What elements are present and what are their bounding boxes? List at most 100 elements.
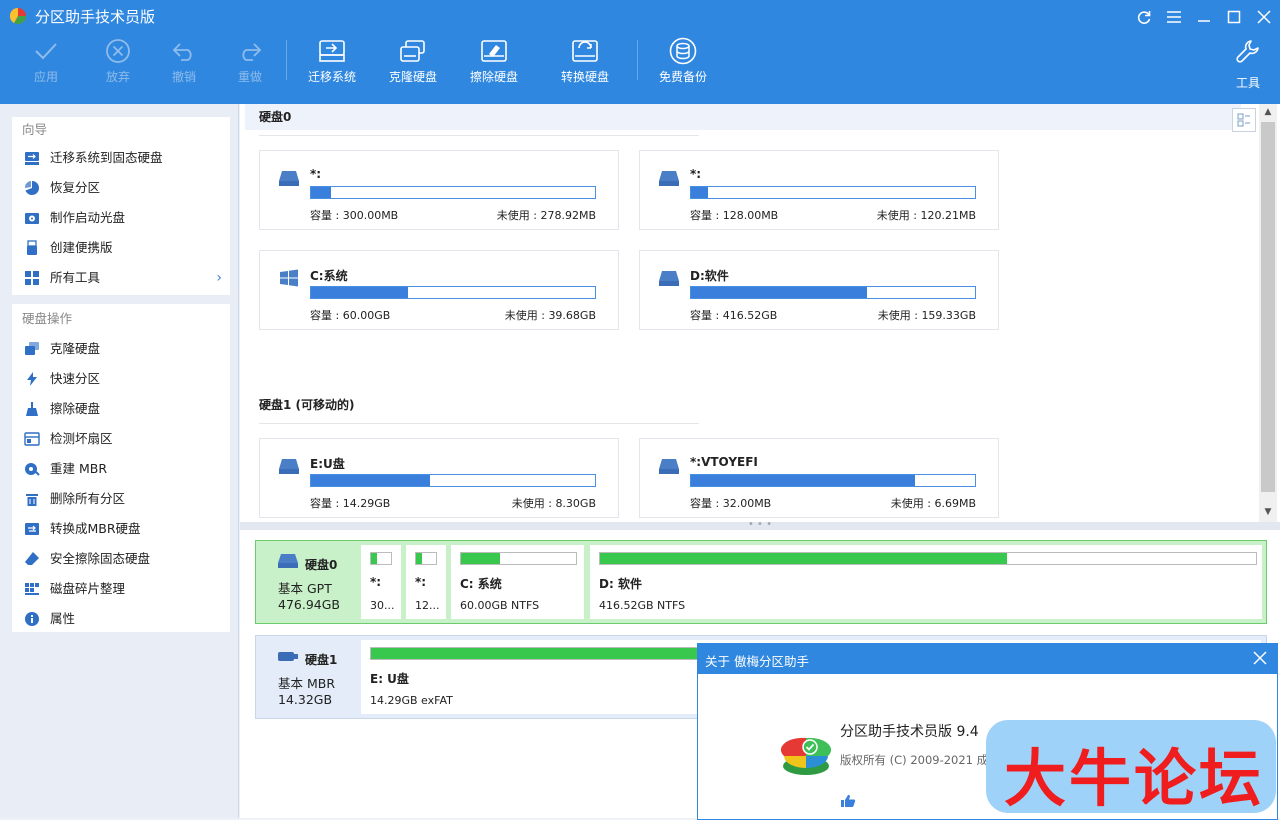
clone-disk-button[interactable]: 克隆硬盘	[373, 34, 453, 94]
sidebar-item-convert-mbr[interactable]: 转换成MBR硬盘	[12, 514, 230, 544]
toolbar-divider	[637, 40, 638, 80]
partition-block[interactable]: *: 30...	[361, 545, 401, 619]
sidebar-item-properties[interactable]: 属性	[12, 604, 230, 634]
trash-icon	[26, 494, 38, 506]
migrate-os-button[interactable]: 迁移系统	[292, 34, 372, 94]
free-space-text: 未使用 : 6.69MB	[890, 497, 976, 510]
disk-operations-panel: 硬盘操作 克隆硬盘 快速分区 擦除硬盘 检测坏扇区 重建 MBR 删除所有分区 …	[12, 304, 230, 632]
partition-name: E: U盘	[370, 672, 409, 686]
boot-disc-icon	[25, 213, 39, 224]
partition-usage-bar	[460, 552, 577, 565]
sidebar-item-rebuild-mbr[interactable]: 重建 MBR	[12, 454, 230, 484]
scroll-up-icon[interactable]: ▲	[1259, 104, 1277, 120]
disk-size: 476.94GB	[278, 597, 340, 612]
apply-button[interactable]: 应用	[6, 34, 86, 94]
partition-card[interactable]: E:U盘 容量 : 14.29GB 未使用 : 8.30GB	[259, 438, 619, 518]
backup-label: 免费备份	[658, 70, 707, 84]
sidebar-item-label: 所有工具	[50, 270, 101, 285]
convert-label: 转换硬盘	[560, 70, 609, 84]
refresh-icon[interactable]	[1133, 6, 1155, 28]
sidebar-item-label: 克隆硬盘	[50, 341, 101, 356]
watermark-text: 大牛论坛	[1004, 742, 1265, 815]
capacity-text: 容量 : 416.52GB	[690, 309, 778, 322]
usage-bar	[310, 474, 596, 487]
vertical-scrollbar[interactable]: ▲ ▼	[1259, 104, 1277, 522]
sidebar-item-delete-all-partitions[interactable]: 删除所有分区	[12, 484, 230, 514]
close-icon[interactable]	[1251, 649, 1269, 667]
disk1-header: 硬盘1 (可移动的)	[259, 398, 355, 412]
capacity-text: 容量 : 32.00MB	[690, 497, 772, 510]
partition-card[interactable]: *: 容量 : 128.00MB 未使用 : 120.21MB	[639, 150, 999, 230]
toolbar-divider	[286, 40, 287, 80]
usage-fill	[691, 287, 868, 298]
sidebar-item-all-tools[interactable]: 所有工具 ›	[12, 263, 230, 293]
sidebar-item-check-bad-sectors[interactable]: 检测坏扇区	[12, 424, 230, 454]
apply-label: 应用	[33, 70, 58, 84]
disk-size: 14.32GB	[278, 692, 333, 707]
convert-icon	[25, 523, 39, 535]
disk0-row[interactable]: 硬盘0 基本 GPT 476.94GB *: 30... *: 12... C:…	[255, 540, 1267, 624]
tools-button[interactable]: 工具	[1208, 34, 1280, 94]
free-space-text: 未使用 : 159.33GB	[877, 309, 976, 322]
usage-fill	[371, 553, 377, 564]
info-icon	[25, 612, 39, 626]
free-backup-button[interactable]: 免费备份	[643, 34, 723, 94]
sidebar-item-label: 属性	[50, 611, 76, 626]
partition-card[interactable]: *:VTOYEFI 容量 : 32.00MB 未使用 : 6.69MB	[639, 438, 999, 518]
sidebar-item-migrate-ssd[interactable]: 迁移系统到固态硬盘	[12, 143, 230, 173]
partition-card[interactable]: *: 容量 : 300.00MB 未使用 : 278.92MB	[259, 150, 619, 230]
disk-info: 硬盘1 基本 MBR 14.32GB	[256, 636, 356, 718]
partition-block[interactable]: C: 系统 60.00GB NTFS	[451, 545, 584, 619]
wrench-icon	[1208, 34, 1280, 68]
sidebar-item-portable[interactable]: 创建便携版	[12, 233, 230, 263]
close-icon[interactable]	[1253, 6, 1275, 28]
usage-bar	[310, 286, 596, 299]
partition-usage-bar	[415, 552, 437, 565]
redo-label: 重做	[237, 70, 262, 84]
redo-icon	[210, 34, 290, 68]
partition-card[interactable]: C:系统 容量 : 60.00GB 未使用 : 39.68GB	[259, 250, 619, 330]
thumbs-up-icon[interactable]	[840, 794, 856, 808]
sidebar-item-recover-partition[interactable]: 恢复分区	[12, 173, 230, 203]
chevron-right-icon: ›	[216, 270, 222, 286]
scroll-thumb[interactable]	[1261, 122, 1275, 492]
redo-button[interactable]: 重做	[210, 34, 290, 94]
usage-bar	[690, 186, 976, 199]
pane-splitter[interactable]: • • •	[240, 520, 1280, 530]
partition-name: *:	[415, 575, 427, 589]
partition-block[interactable]: *: 12...	[406, 545, 446, 619]
app-logo-icon	[9, 7, 27, 25]
partition-card[interactable]: D:软件 容量 : 416.52GB 未使用 : 159.33GB	[639, 250, 999, 330]
sidebar-item-clone-disk[interactable]: 克隆硬盘	[12, 334, 230, 364]
free-space-text: 未使用 : 39.68GB	[504, 309, 596, 322]
partition-info: 416.52GB NTFS	[599, 599, 686, 612]
product-logo-icon	[780, 737, 832, 775]
sidebar-item-defrag[interactable]: 磁盘碎片整理	[12, 574, 230, 604]
partition-cards-panel: 硬盘0 *: 容量 : 300.00MB 未使用 : 278.92MB *: 容…	[240, 104, 1280, 522]
migrate-disk-icon	[292, 34, 372, 68]
usage-fill	[600, 553, 1007, 564]
partition-block[interactable]: D: 软件 416.52GB NTFS	[590, 545, 1262, 619]
convert-disk-button[interactable]: 转换硬盘	[545, 34, 625, 94]
wipe-disk-button[interactable]: 擦除硬盘	[454, 34, 534, 94]
minimize-icon[interactable]	[1193, 6, 1215, 28]
sidebar-item-label: 转换成MBR硬盘	[50, 521, 141, 536]
maximize-icon[interactable]	[1223, 6, 1245, 28]
sidebar-item-label: 检测坏扇区	[50, 431, 113, 446]
rebuild-icon	[25, 463, 40, 476]
partition-name: C:系统	[310, 269, 348, 283]
sidebar-item-quick-partition[interactable]: 快速分区	[12, 364, 230, 394]
scroll-down-icon[interactable]: ▼	[1259, 504, 1277, 520]
divider	[259, 135, 699, 136]
sidebar-item-secure-erase-ssd[interactable]: 安全擦除固态硬盘	[12, 544, 230, 574]
forum-watermark: 大牛论坛	[986, 720, 1276, 815]
menu-icon[interactable]	[1163, 6, 1185, 28]
partition-info: 30...	[370, 599, 395, 612]
partition-name: *:VTOYEFI	[690, 455, 758, 469]
partition-info: 60.00GB NTFS	[460, 599, 540, 612]
sidebar-item-wipe-disk[interactable]: 擦除硬盘	[12, 394, 230, 424]
view-toggle-button[interactable]	[1232, 108, 1256, 132]
free-space-text: 未使用 : 8.30GB	[511, 497, 596, 510]
sidebar-item-boot-disc[interactable]: 制作启动光盘	[12, 203, 230, 233]
partition-usage-bar	[370, 552, 392, 565]
